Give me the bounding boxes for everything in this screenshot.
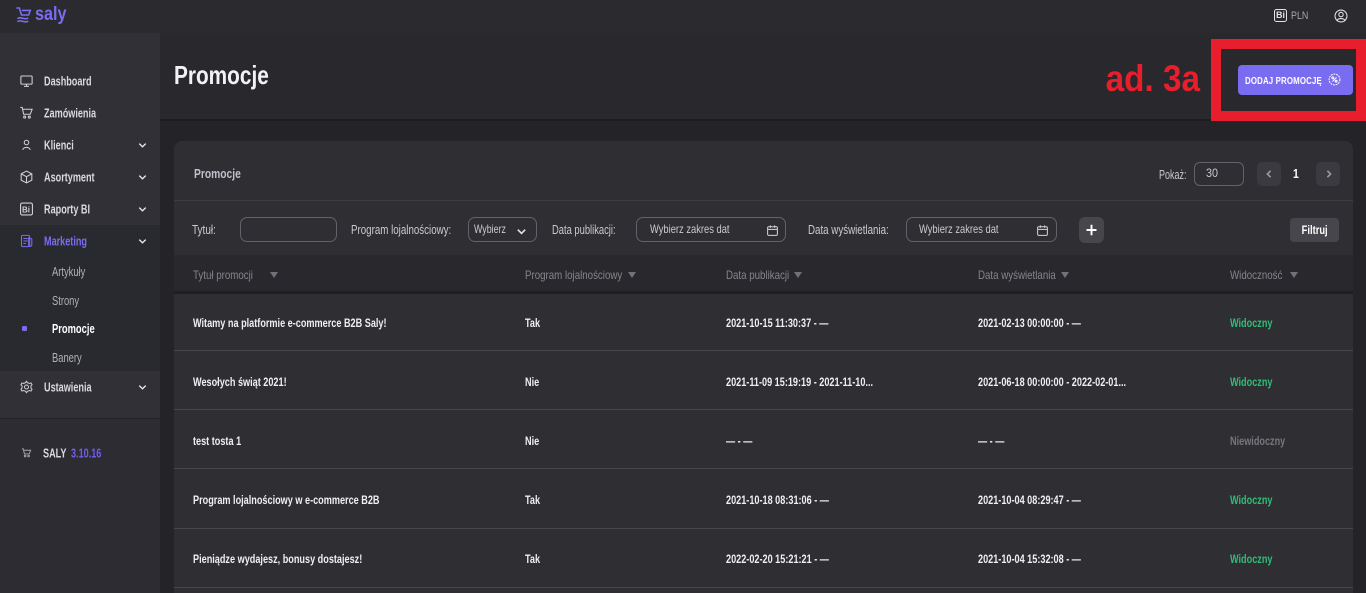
svg-text:Bi: Bi — [22, 205, 30, 214]
